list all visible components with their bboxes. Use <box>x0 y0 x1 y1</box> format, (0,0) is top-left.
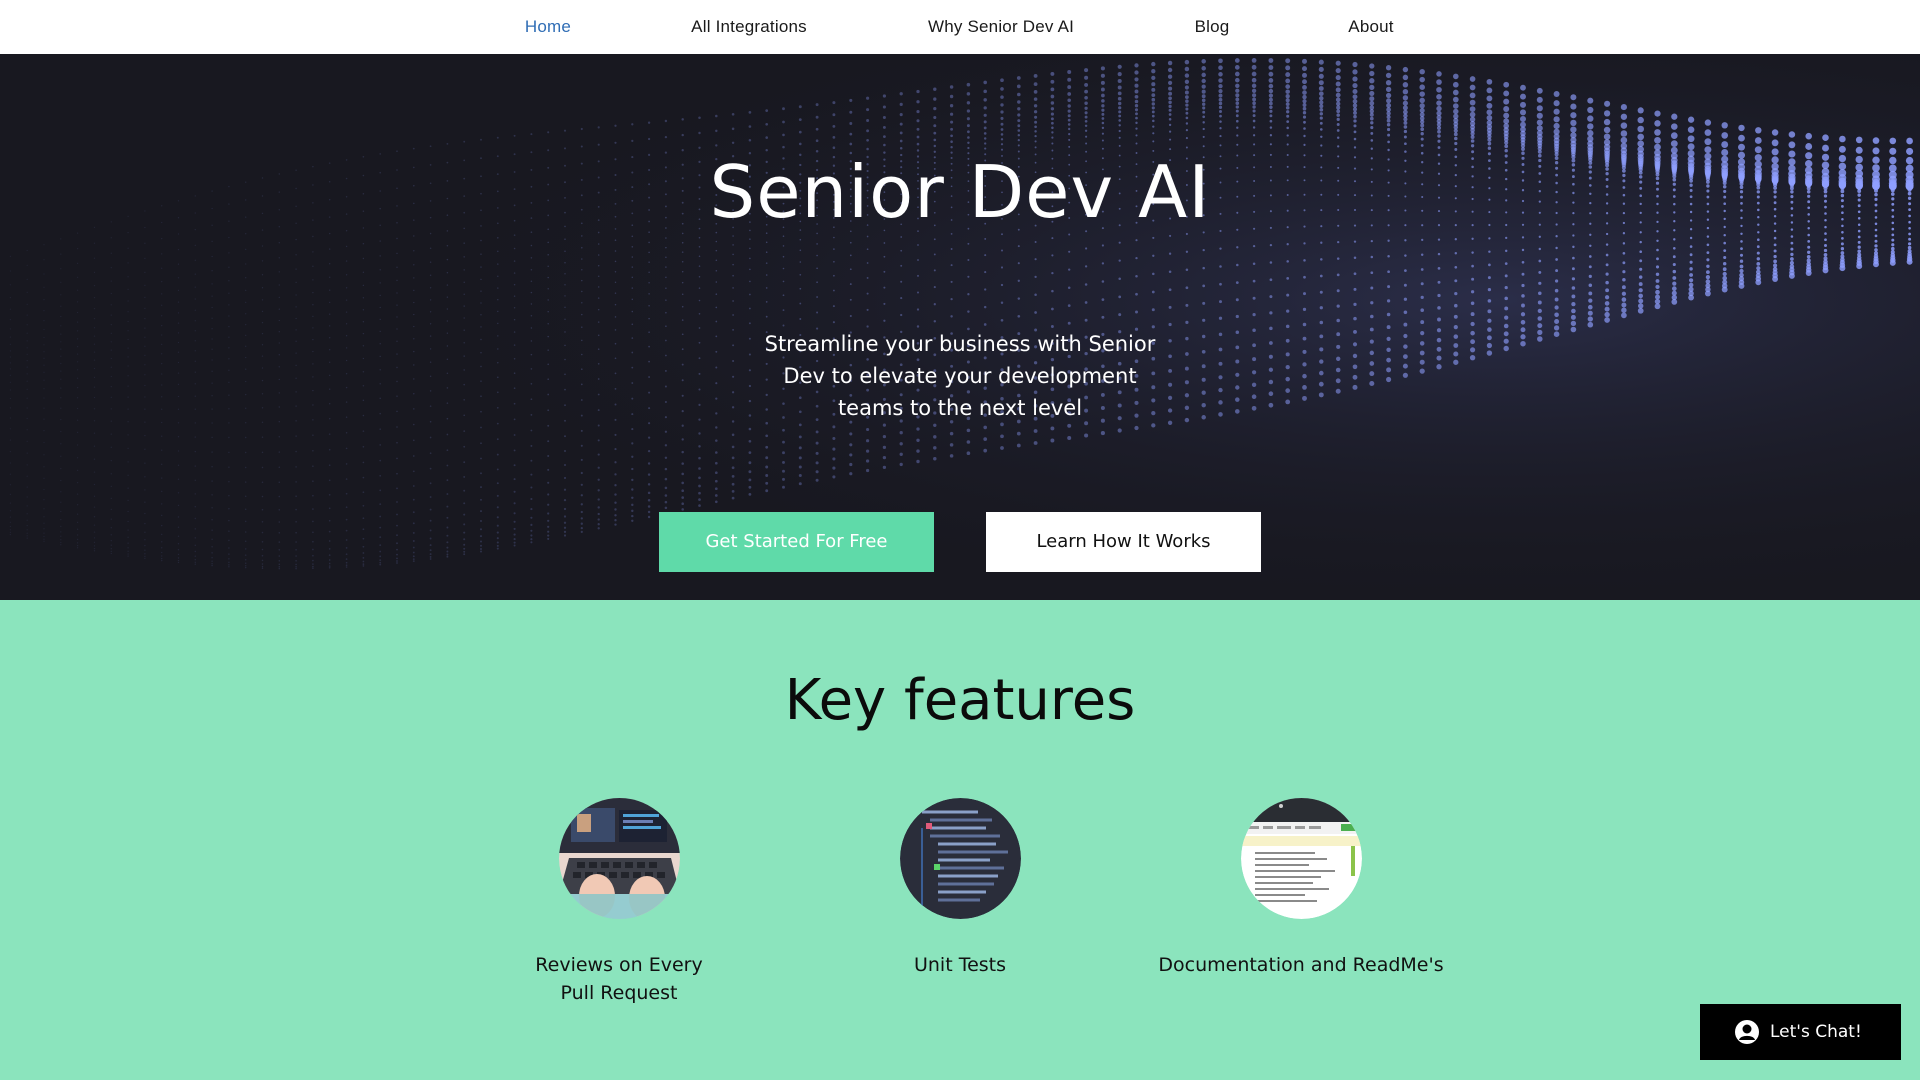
hero-section: Senior Dev AI Streamline your business w… <box>0 54 1920 600</box>
nav-item-home[interactable]: Home <box>525 0 571 54</box>
feature-item-documentation: Documentation and ReadMe's <box>1141 798 1461 979</box>
code-photo-icon <box>899 798 1021 919</box>
feature-label-reviews: Reviews on Every Pull Request <box>535 954 703 1004</box>
user-avatar-icon <box>1735 1020 1759 1044</box>
feature-item-unit-tests: Unit Tests <box>800 798 1120 979</box>
nav-item-blog[interactable]: Blog <box>1195 0 1230 54</box>
laptop-photo-icon <box>558 798 680 919</box>
nav-item-all-integrations[interactable]: All Integrations <box>691 0 807 54</box>
lets-chat-button[interactable]: Let's Chat! <box>1700 1004 1901 1060</box>
features-title: Key features <box>784 668 1136 733</box>
particle-wave-background <box>0 54 1920 600</box>
nav-item-why-senior-dev-ai[interactable]: Why Senior Dev AI <box>928 0 1074 54</box>
top-navigation: Home All Integrations Why Senior Dev AI … <box>0 0 1920 54</box>
hero-subtitle: Streamline your business with Senior Dev… <box>764 332 1156 420</box>
document-photo-icon <box>1240 798 1362 919</box>
feature-item-reviews: Reviews on Every Pull Request <box>459 798 779 1007</box>
key-features-section: Key features Reviews on Every Pull Reque… <box>0 600 1920 1080</box>
chat-label: Let's Chat! <box>1770 1022 1862 1042</box>
hero-title: Senior Dev AI <box>709 150 1211 234</box>
feature-label-unit-tests: Unit Tests <box>913 954 1007 976</box>
learn-how-it-works-button[interactable]: Learn How It Works <box>986 512 1261 572</box>
nav-item-about[interactable]: About <box>1348 0 1393 54</box>
feature-label-documentation: Documentation and ReadMe's <box>1158 954 1444 976</box>
get-started-button[interactable]: Get Started For Free <box>659 512 934 572</box>
